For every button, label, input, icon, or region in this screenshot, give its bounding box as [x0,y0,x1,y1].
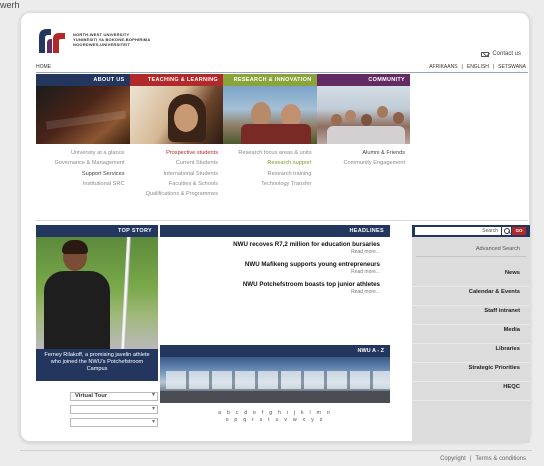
link-current-students[interactable]: Current Students [132,158,218,168]
logo-wordmark: NORTH-WEST UNIVERSITY YUNIBESITI YA BOKO… [73,32,150,47]
link-support-services[interactable]: Support Services [38,169,125,179]
lang-separator: | [461,64,463,70]
lang-setswana[interactable]: SETSWANA [498,64,526,70]
link-faculties-schools[interactable]: Faculties & Schools [132,179,218,189]
link-university-glance[interactable]: University at a glance [38,148,124,158]
footer-separator: | [469,456,472,462]
teaching-photo[interactable] [129,86,223,144]
read-more-link[interactable]: Read more... [160,249,380,256]
faculty-tab-teaching[interactable]: TEACHING & LEARNING [129,74,223,86]
faculty-nav: ABOUT US TEACHING & LEARNING RESEARCH & … [36,74,410,86]
headline-title[interactable]: NWU Potchefstroom boasts top junior athl… [160,281,380,289]
top-story-header: TOP STORY [36,225,158,237]
search-icon[interactable] [502,227,511,235]
headline-title[interactable]: NWU recoves R7,2 million for education b… [160,241,380,249]
link-institutional-src[interactable]: Institutional SRC [38,179,125,189]
faculty-tab-community[interactable]: COMMUNITY [316,74,410,86]
menu-heqc[interactable]: HEQC [412,382,530,401]
link-governance[interactable]: Governance & Management [38,158,125,168]
research-photo[interactable] [223,86,317,144]
university-logo [39,29,65,53]
menu-staff-intranet[interactable]: Staff intranet [412,306,530,325]
az-row[interactable]: a b c d e f g h i j k l m n [195,410,355,417]
link-research-focus[interactable]: Research focus areas & units [225,148,311,158]
faculty-tab-research[interactable]: RESEARCH & INNOVATION [223,74,317,86]
menu-strategic-priorities[interactable]: Strategic Priorities [412,363,530,382]
envelope-icon [481,51,490,57]
logo-line: NOORDWES-UNIVERSITEIT [73,42,131,47]
campus-photo [160,357,390,403]
link-community-engagement[interactable]: Community Engagement [319,158,405,168]
read-more-link[interactable]: Read more... [160,269,380,276]
virtual-tour-select[interactable]: Virtual Tour [70,392,158,401]
link-prospective-students[interactable]: Prospective students [132,148,218,158]
contact-us-label: Contact us [492,51,521,57]
link-research-training[interactable]: Research training [225,169,312,179]
headline-item: NWU Potchefstroom boasts top junior athl… [160,281,390,296]
link-international-students[interactable]: International Students [132,169,218,179]
faculty-links: University at a glance Governance & Mana… [36,146,410,222]
lang-english[interactable]: ENGLISH [467,64,489,70]
top-story-caption[interactable]: Ferney Rilakoff, a promising javelin ath… [36,349,158,381]
nwu-az-header: NWU A - Z [160,345,390,357]
about-links: University at a glance Governance & Mana… [36,146,130,222]
menu-news[interactable]: News [412,268,530,287]
top-story-photo[interactable] [36,237,158,349]
az-row[interactable]: o p q r s t u v w x y z [195,417,355,424]
headlines-header: HEADLINES [160,225,390,237]
footer-copyright-link[interactable]: Copyright [440,456,466,462]
footer-divider [20,450,532,451]
language-switcher: AFRIKAANS | ENGLISH | SETSWANA [427,64,528,70]
nav-divider [36,72,528,73]
menu-libraries[interactable]: Libraries [412,344,530,363]
menu-media[interactable]: Media [412,325,530,344]
footer-terms-link[interactable]: Terms & conditions [475,456,526,462]
sidebar-menu: News Calendar & Events Staff intranet Me… [412,268,530,401]
faculty-photo-row [36,86,410,144]
home-link[interactable]: HOME [36,64,51,70]
headlines-list: NWU recoves R7,2 million for education b… [160,241,390,301]
link-technology-transfer[interactable]: Technology Transfer [225,179,311,189]
research-links: Research focus areas & units Research su… [223,146,317,222]
faculty-tab-about[interactable]: ABOUT US [36,74,130,86]
headline-item: NWU recoves R7,2 million for education b… [160,241,390,256]
community-links: Alumni & Friends Community Engagement [317,146,411,222]
section-divider [36,220,528,221]
az-index[interactable]: a b c d e f g h i j k l m n o p q r s t … [195,410,355,424]
link-research-support[interactable]: Research support [225,158,311,168]
teaching-links: Prospective students Current Students In… [130,146,224,222]
read-more-link[interactable]: Read more... [160,289,380,296]
search-input[interactable] [415,227,501,235]
link-qualifications[interactable]: Qualifications & Programmes [132,189,218,199]
lang-separator: | [492,64,495,70]
lang-afrikaans[interactable]: AFRIKAANS [429,64,457,70]
page-fragment-text: werh [0,0,20,10]
community-photo[interactable] [316,86,410,144]
link-alumni-friends[interactable]: Alumni & Friends [319,148,405,158]
sidebar-divider [416,256,526,257]
about-photo[interactable] [36,86,130,144]
search-go-button[interactable]: GO [512,227,526,235]
quick-select-2[interactable] [70,418,158,427]
menu-calendar-events[interactable]: Calendar & Events [412,287,530,306]
headline-item: NWU Mafikeng supports young entrepreneur… [160,261,390,276]
advanced-search-link[interactable]: Advanced Search [412,246,530,252]
quick-select-1[interactable] [70,405,158,414]
headline-title[interactable]: NWU Mafikeng supports young entrepreneur… [160,261,380,269]
footer-links: Copyright | Terms & conditions [438,456,528,462]
contact-us-link[interactable]: Contact us [481,51,521,57]
